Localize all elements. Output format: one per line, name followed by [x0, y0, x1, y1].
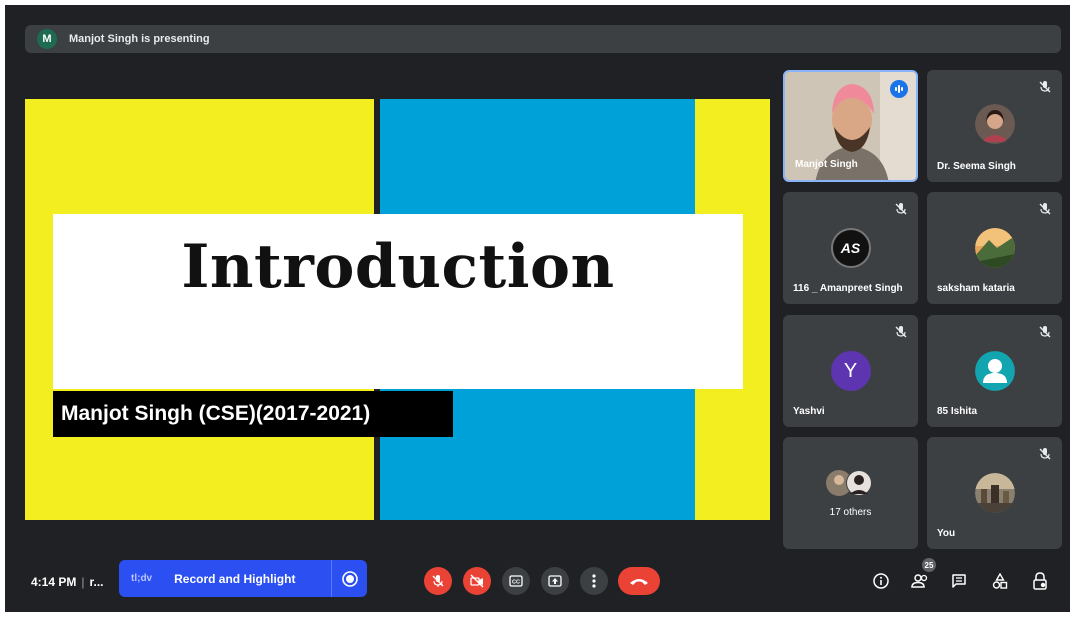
leave-call-button[interactable] — [618, 567, 660, 595]
participant-name: Yashvi — [793, 406, 825, 417]
captions-button[interactable]: CC — [502, 567, 530, 595]
participant-avatar: Y — [830, 351, 871, 391]
record-highlight-button[interactable]: Record and Highlight — [174, 572, 295, 586]
hang-up-icon — [630, 579, 648, 585]
slide-title-box: Introduction — [53, 214, 743, 389]
participant-name: You — [937, 528, 956, 539]
more-options-button[interactable] — [580, 567, 608, 595]
camera-off-icon — [470, 574, 484, 588]
show-everyone-button[interactable] — [910, 571, 930, 591]
mic-off-icon — [1039, 326, 1051, 338]
mic-off-icon — [1039, 81, 1051, 93]
slide-subtitle-bar: Manjot Singh (CSE)(2017-2021) — [53, 391, 453, 437]
mic-off-icon — [895, 203, 907, 215]
presenter-avatar: M — [37, 29, 57, 49]
more-vert-icon — [592, 574, 596, 588]
participant-photo: AS — [830, 228, 871, 268]
present-now-button[interactable] — [541, 567, 569, 595]
captions-icon: CC — [509, 575, 523, 587]
presentation-slide: Introduction Manjot Singh (CSE)(2017-202… — [25, 99, 770, 520]
meet-window: M Manjot Singh is presenting Introductio… — [5, 5, 1070, 612]
participant-tile-ishita[interactable]: 85 Ishita — [927, 315, 1062, 427]
participant-tile-others[interactable]: 17 others — [783, 437, 918, 549]
slide-title: Introduction — [181, 232, 615, 302]
participant-tile-saksham-kataria[interactable]: saksham kataria — [927, 192, 1062, 304]
others-avatars — [825, 470, 872, 496]
chat-icon — [952, 574, 966, 588]
participant-photo — [974, 104, 1015, 144]
record-icon — [341, 570, 358, 587]
participant-name: Manjot Singh — [795, 159, 858, 170]
presenting-text: Manjot Singh is presenting — [69, 33, 210, 45]
participant-tile-seema-singh[interactable]: Dr. Seema Singh — [927, 70, 1062, 182]
present-screen-icon — [548, 575, 562, 587]
mic-off-icon — [895, 326, 907, 338]
participant-photo — [974, 228, 1015, 268]
participant-tile-yashvi[interactable]: Y Yashvi — [783, 315, 918, 427]
mic-off-icon — [1039, 448, 1051, 460]
participant-name: 116 _ Amanpreet Singh — [793, 283, 903, 294]
participant-name: 85 Ishita — [937, 406, 978, 417]
svg-text:CC: CC — [512, 580, 520, 586]
time-separator: | — [81, 575, 85, 589]
activities-button[interactable] — [990, 571, 1010, 591]
mic-toggle-button[interactable] — [424, 567, 452, 595]
record-toggle-button[interactable] — [331, 560, 367, 597]
info-icon — [873, 573, 889, 589]
host-controls-button[interactable] — [1030, 571, 1050, 591]
others-count: 17 others — [829, 507, 872, 518]
participant-count-badge: 25 — [922, 558, 936, 572]
lock-person-icon — [1033, 572, 1047, 590]
people-icon — [911, 574, 928, 588]
participant-name: Dr. Seema Singh — [937, 161, 1016, 172]
presenting-banner: M Manjot Singh is presenting — [25, 25, 1061, 53]
meeting-details-button[interactable] — [871, 571, 891, 591]
meeting-time: 4:14 PM — [31, 575, 77, 589]
mic-off-icon — [432, 575, 444, 587]
bottom-toolbar: 4:14 PM | r... tl;dv Record and Highlight … — [5, 555, 1070, 612]
slide-subtitle: Manjot Singh (CSE)(2017-2021) — [61, 402, 371, 425]
tldv-logo: tl;dv — [131, 573, 153, 584]
participant-tile-you[interactable]: You — [927, 437, 1062, 549]
meeting-code: r... — [89, 575, 104, 589]
chat-button[interactable] — [949, 571, 969, 591]
record-highlight-extension[interactable]: tl;dv Record and Highlight — [119, 560, 367, 597]
meeting-details: 4:14 PM | r... — [31, 575, 104, 589]
speaking-indicator-icon — [890, 80, 908, 98]
camera-toggle-button[interactable] — [463, 567, 491, 595]
participant-photo — [974, 473, 1015, 513]
mic-off-icon — [1039, 203, 1051, 215]
activities-icon — [992, 573, 1008, 589]
participant-tile-amanpreet-singh[interactable]: AS 116 _ Amanpreet Singh — [783, 192, 918, 304]
participant-tile-manjot-singh[interactable]: Manjot Singh — [783, 70, 918, 182]
default-avatar-icon — [974, 351, 1015, 391]
participant-name: saksham kataria — [937, 283, 1015, 294]
